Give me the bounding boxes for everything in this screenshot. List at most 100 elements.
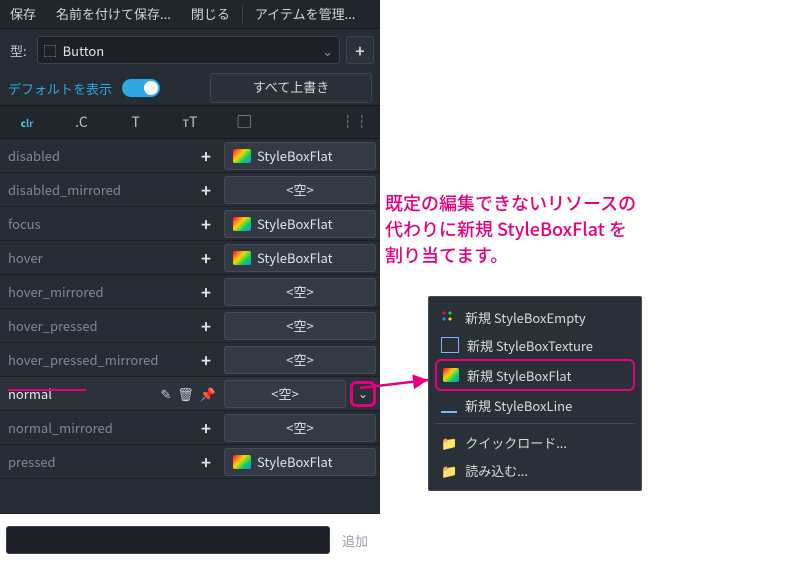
property-row-normal_mirrored[interactable]: normal_mirrored+ <空> xyxy=(0,411,380,445)
property-name: disabled xyxy=(8,146,192,165)
value-slot[interactable]: <空>⌄ xyxy=(224,380,376,408)
icons-tab-icon[interactable]: ▢ xyxy=(232,112,256,132)
popup-item-label: 新規 StyleBoxTexture xyxy=(467,336,593,355)
value-slot[interactable]: <空> xyxy=(224,346,376,374)
popup-item[interactable]: 新規 StyleBoxTexture xyxy=(435,331,635,359)
popup-item-label: 新規 StyleBoxEmpty xyxy=(465,308,586,327)
property-name: hover_pressed xyxy=(8,316,192,335)
popup-item-label: 新規 StyleBoxFlat xyxy=(467,366,571,385)
pin-icon[interactable]: 📌 xyxy=(200,384,216,403)
override-add-button[interactable]: + xyxy=(196,211,216,236)
property-row-hover_mirrored[interactable]: hover_mirrored+<空> xyxy=(0,275,380,309)
empty-slot[interactable]: <空> xyxy=(224,278,376,306)
property-name: hover_pressed_mirrored xyxy=(8,350,192,369)
empty-slot[interactable]: <空> xyxy=(224,176,376,204)
value-slot[interactable]: <空> xyxy=(224,312,376,340)
value-slot[interactable]: StyleBoxFlat xyxy=(224,448,376,476)
stylebox-icon xyxy=(233,149,251,163)
value-slot[interactable]: StyleBoxFlat xyxy=(224,244,376,272)
property-row-hover_pressed_mirrored[interactable]: hover_pressed_mirrored+ <空> xyxy=(0,343,380,377)
stylebox-label: StyleBoxFlat xyxy=(257,214,333,233)
colors-tab-icon[interactable]: clr xyxy=(15,115,39,130)
popup-item[interactable]: 新規 StyleBoxEmpty xyxy=(435,303,635,331)
property-row-focus[interactable]: focus+ StyleBoxFlat xyxy=(0,207,380,241)
property-name: normal_mirrored xyxy=(8,418,192,437)
annotation-text: 既定の編集できないリソースの 代わりに新規 StyleBoxFlat を 割り当… xyxy=(385,190,775,268)
override-add-button[interactable]: + xyxy=(196,143,216,168)
property-name: disabled_mirrored xyxy=(8,180,192,199)
fontsize-tab-icon[interactable]: ᴛT xyxy=(178,112,202,132)
edit-icon[interactable]: ✎ xyxy=(160,384,171,403)
defaults-row: デフォルトを表示 すべて上書き xyxy=(0,71,380,105)
property-row-hover[interactable]: hover+ StyleBoxFlat xyxy=(0,241,380,275)
stylebox-icon xyxy=(233,455,251,469)
value-slot[interactable]: <空> xyxy=(224,414,376,442)
override-add-button[interactable]: + xyxy=(196,177,216,202)
override-add-button[interactable]: + xyxy=(196,347,216,372)
active-underline xyxy=(8,389,86,391)
value-slot[interactable]: <空> xyxy=(224,176,376,204)
theme-editor-panel: 保存 名前を付けて保存... 閉じる アイテムを管理... 型: ⬚ Butto… xyxy=(0,0,380,514)
empty-slot[interactable]: <空> xyxy=(224,346,376,374)
type-row: 型: ⬚ Button ⌄ + xyxy=(0,29,380,71)
misc-tab-icon[interactable]: ┆┆ xyxy=(341,112,365,132)
show-defaults-link[interactable]: デフォルトを表示 xyxy=(8,79,112,98)
popup-sep xyxy=(435,423,635,424)
popup-item-icon xyxy=(441,397,457,413)
add-type-button[interactable]: + xyxy=(346,36,374,64)
override-add-button[interactable]: + xyxy=(196,449,216,474)
empty-slot[interactable]: <空> xyxy=(224,414,376,442)
popup-item-icon xyxy=(443,368,459,382)
annotation-line: 割り当てます。 xyxy=(385,242,775,268)
type-select[interactable]: ⬚ Button ⌄ xyxy=(37,36,340,64)
popup-item[interactable]: 新規 StyleBoxLine xyxy=(435,391,635,419)
property-name: normal xyxy=(8,384,156,403)
new-property-field[interactable] xyxy=(6,526,330,554)
override-add-button[interactable]: + xyxy=(196,245,216,270)
defaults-toggle[interactable] xyxy=(122,79,160,97)
popup-item[interactable]: 新規 StyleBoxFlat xyxy=(435,359,635,391)
close-button[interactable]: 閉じる xyxy=(181,0,240,28)
override-add-button[interactable]: + xyxy=(196,415,216,440)
property-list: disabled+StyleBoxFlatdisabled_mirrored+<… xyxy=(0,139,380,519)
add-property-row: 追加 xyxy=(0,519,380,561)
property-row-normal[interactable]: normal✎ 🗑 📌 <空>⌄ xyxy=(0,377,380,411)
popup-item-label: 新規 StyleBoxLine xyxy=(465,396,572,415)
value-slot[interactable]: StyleBoxFlat xyxy=(224,210,376,238)
property-name: focus xyxy=(8,214,192,233)
property-name: hover xyxy=(8,248,192,267)
popup-load[interactable]: 📁読み込む... xyxy=(435,456,635,484)
property-row-disabled_mirrored[interactable]: disabled_mirrored+ <空> xyxy=(0,173,380,207)
empty-slot[interactable]: <空> xyxy=(224,312,376,340)
type-label: 型: xyxy=(10,41,27,60)
property-row-hover_pressed[interactable]: hover_pressed+ <空> xyxy=(0,309,380,343)
save-as-button[interactable]: 名前を付けて保存... xyxy=(46,0,181,28)
property-row-pressed[interactable]: pressed+StyleBoxFlat xyxy=(0,445,380,479)
stylebox-icon xyxy=(233,217,251,231)
add-property-button[interactable]: 追加 xyxy=(336,531,374,550)
category-icons-row: clr .C T ᴛT ▢ ┆┆ xyxy=(0,105,380,139)
popup-quickload[interactable]: 📁クイックロード... xyxy=(435,428,635,456)
popup-item-icon xyxy=(441,310,457,324)
top-toolbar: 保存 名前を付けて保存... 閉じる アイテムを管理... xyxy=(0,0,380,29)
value-slot[interactable]: <空> xyxy=(224,278,376,306)
override-all-button[interactable]: すべて上書き xyxy=(210,73,372,103)
property-row-disabled[interactable]: disabled+ StyleBoxFlat xyxy=(0,139,380,173)
chevron-down-icon: ⌄ xyxy=(322,41,333,60)
annotation-line: 代わりに新規 StyleBoxFlat を xyxy=(385,216,775,242)
manage-items-button[interactable]: アイテムを管理... xyxy=(245,0,366,28)
empty-slot[interactable]: <空> xyxy=(224,380,346,408)
new-stylebox-popup: 新規 StyleBoxEmpty 新規 StyleBoxTexture 新規 Sty… xyxy=(428,296,642,491)
folder-icon: 📁 xyxy=(441,461,457,480)
fonts-tab-icon[interactable]: T xyxy=(124,112,148,132)
save-button[interactable]: 保存 xyxy=(0,0,46,28)
annotation-line: 既定の編集できないリソースの xyxy=(385,190,775,216)
annotation-arrow xyxy=(358,378,438,398)
value-slot[interactable]: StyleBoxFlat xyxy=(224,142,376,170)
popup-item-icon xyxy=(441,337,459,353)
override-add-button[interactable]: + xyxy=(196,313,216,338)
constants-tab-icon[interactable]: .C xyxy=(69,112,93,132)
override-add-button[interactable]: + xyxy=(196,279,216,304)
separator xyxy=(242,5,243,23)
delete-icon[interactable]: 🗑 xyxy=(177,384,194,403)
